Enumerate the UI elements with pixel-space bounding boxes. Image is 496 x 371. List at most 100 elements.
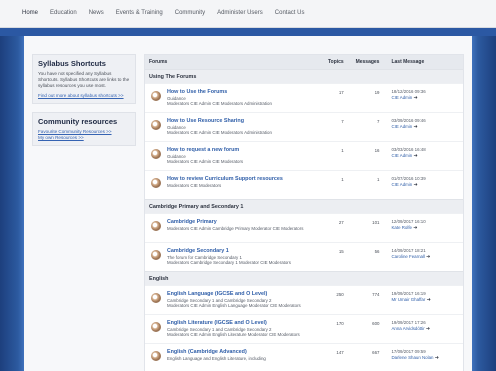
header-accent-bar [0, 28, 496, 36]
main-content: Syllabus Shortcuts You have not specifie… [24, 36, 472, 371]
last-message-column-header: Last Message [391, 59, 425, 65]
message-count: 667 [372, 350, 380, 355]
forums-column-header: Forums [149, 59, 168, 65]
my-resources-link[interactable]: My own Resources >> [38, 135, 130, 141]
forum-icon [151, 250, 161, 260]
forum-title-link[interactable]: How to Use Resource Sharing [167, 118, 272, 125]
forum-icon [151, 178, 161, 188]
topic-count: 15 [338, 249, 344, 254]
last-message-user-link[interactable]: Anna Arvidsdóttir [391, 326, 424, 331]
last-message-user-link[interactable]: CIE Admin [391, 182, 412, 187]
nav-education[interactable]: Education [50, 10, 77, 16]
forum-title-link[interactable]: English Language (IGCSE and O Level) [167, 291, 301, 298]
top-navigation-bar: Home Education News Events & Training Co… [0, 0, 496, 28]
topic-count: 7 [341, 119, 344, 124]
last-message-user-link[interactable]: Mr Umair Ghaffar [391, 297, 425, 302]
go-to-last-post-icon[interactable]: ➜ [426, 326, 430, 332]
forum-table: Forums Topics Messages Last Message Usin… [144, 54, 464, 371]
forum-row: English Language (IGCSE and O Level) Cam… [145, 285, 463, 314]
forum-icon [151, 322, 161, 332]
message-count: 101 [372, 220, 380, 225]
forum-moderators: Moderators CIE Admin CIE Moderators [167, 159, 244, 165]
message-count: 600 [372, 321, 380, 326]
forum-row: How to request a new forum Guidance Mode… [145, 141, 463, 170]
syllabus-shortcuts-link[interactable]: Find out more about syllabus shortcuts >… [38, 93, 130, 99]
sidebar: Syllabus Shortcuts You have not specifie… [32, 54, 136, 154]
messages-column-header: Messages [355, 59, 380, 65]
main-nav: Home Education News Events & Training Co… [22, 10, 316, 16]
forum-moderators: Moderators CIE Admin Cambridge Primary M… [167, 226, 304, 231]
last-message-user-link[interactable]: CIE Admin [391, 124, 412, 129]
go-to-last-post-icon[interactable]: ➜ [413, 182, 417, 188]
go-to-last-post-icon[interactable]: ➜ [413, 95, 417, 101]
forum-row: English Literature (IGCSE and O Level) C… [145, 314, 463, 343]
community-resources-panel: Community resources Favourite Community … [32, 112, 136, 146]
forum-moderators: Moderators CIE Admin English Language Mo… [167, 303, 301, 309]
forum-title-link[interactable]: Cambridge Primary [167, 219, 303, 226]
forum-moderators: Moderators CIE Admin CIE Moderators Admi… [167, 130, 272, 136]
message-count: 19 [374, 90, 380, 95]
forum-moderators: Moderators Cambridge Secondary 1 Moderat… [167, 260, 291, 266]
forum-icon [151, 351, 161, 361]
message-count: 7 [377, 119, 380, 124]
forum-row: Cambridge Primary Moderators CIE Admin C… [145, 213, 463, 242]
topic-count: 170 [336, 321, 344, 326]
forum-row: How to Use Resource Sharing Guidance Mod… [145, 112, 463, 141]
message-count: 774 [372, 292, 380, 297]
forum-category-cambridge-primary-secondary: Cambridge Primary and Secondary 1 [145, 199, 463, 213]
forum-moderators: Moderators CIE Admin CIE Moderators Admi… [167, 101, 272, 107]
nav-administer-users[interactable]: Administer Users [217, 10, 263, 16]
topic-count: 1 [341, 177, 344, 182]
go-to-last-post-icon[interactable]: ➜ [413, 124, 417, 130]
topic-count: 27 [338, 220, 344, 225]
topic-count: 147 [336, 350, 344, 355]
syllabus-shortcuts-title: Syllabus Shortcuts [38, 59, 106, 68]
forum-icon [151, 120, 161, 130]
message-count: 56 [374, 249, 380, 254]
syllabus-shortcuts-text: You have not specified any Syllabus Shor… [38, 71, 130, 88]
forum-row: English (Cambridge Advanced) English Lan… [145, 343, 463, 371]
forum-title-link[interactable]: How to Use the Forums [167, 89, 272, 96]
nav-news[interactable]: News [89, 10, 104, 16]
forum-title-link[interactable]: How to review Curriculum Support resourc… [167, 176, 283, 183]
topic-count: 1 [341, 148, 344, 153]
syllabus-shortcuts-panel: Syllabus Shortcuts You have not specifie… [32, 54, 136, 104]
forum-title-link[interactable]: Cambridge Secondary 1 [167, 248, 291, 255]
forum-icon [151, 91, 161, 101]
forum-category-using-forums: Using The Forums [145, 69, 463, 83]
last-message-user-link[interactable]: Darlene Shaun Nolan [391, 355, 433, 360]
last-message-user-link[interactable]: CIE Admin [391, 153, 412, 158]
topic-count: 17 [338, 90, 344, 95]
last-message-user-link[interactable]: CIE Admin [391, 95, 412, 100]
go-to-last-post-icon[interactable]: ➜ [426, 254, 430, 260]
forum-description: English Language and English Literature,… [167, 356, 266, 361]
page-background: Home Education News Events & Training Co… [0, 0, 496, 371]
nav-community[interactable]: Community [175, 10, 205, 16]
go-to-last-post-icon[interactable]: ➜ [413, 153, 417, 159]
forum-category-english: English [145, 271, 463, 285]
go-to-last-post-icon[interactable]: ➜ [413, 225, 417, 231]
forum-title-link[interactable]: English Literature (IGCSE and O Level) [167, 320, 300, 327]
forum-table-header: Forums Topics Messages Last Message [145, 55, 463, 69]
forum-icon [151, 221, 161, 231]
topic-count: 250 [336, 292, 344, 297]
nav-events-training[interactable]: Events & Training [116, 10, 163, 16]
community-resources-title: Community resources [38, 117, 118, 126]
last-message-user-link[interactable]: Kate Rolfe [391, 225, 412, 230]
forum-moderators: Moderators CIE Admin English Literature … [167, 332, 300, 338]
topics-column-header: Topics [327, 59, 344, 65]
go-to-last-post-icon[interactable]: ➜ [435, 355, 439, 361]
nav-contact-us[interactable]: Contact Us [275, 10, 305, 16]
message-count: 1 [377, 177, 380, 182]
forum-title-link[interactable]: English (Cambridge Advanced) [167, 349, 266, 356]
forum-icon [151, 149, 161, 159]
forum-row: How to review Curriculum Support resourc… [145, 170, 463, 199]
forum-moderators: Moderators CIE Moderators [167, 183, 222, 188]
last-message-user-link[interactable]: Caroline Fearnall [391, 254, 424, 259]
forum-row: Cambridge Secondary 1 The forum for Camb… [145, 242, 463, 271]
forum-title-link[interactable]: How to request a new forum [167, 147, 243, 154]
go-to-last-post-icon[interactable]: ➜ [427, 297, 431, 303]
forum-icon [151, 293, 161, 303]
forum-row: How to Use the Forums Guidance Moderator… [145, 83, 463, 112]
nav-home[interactable]: Home [22, 10, 38, 16]
